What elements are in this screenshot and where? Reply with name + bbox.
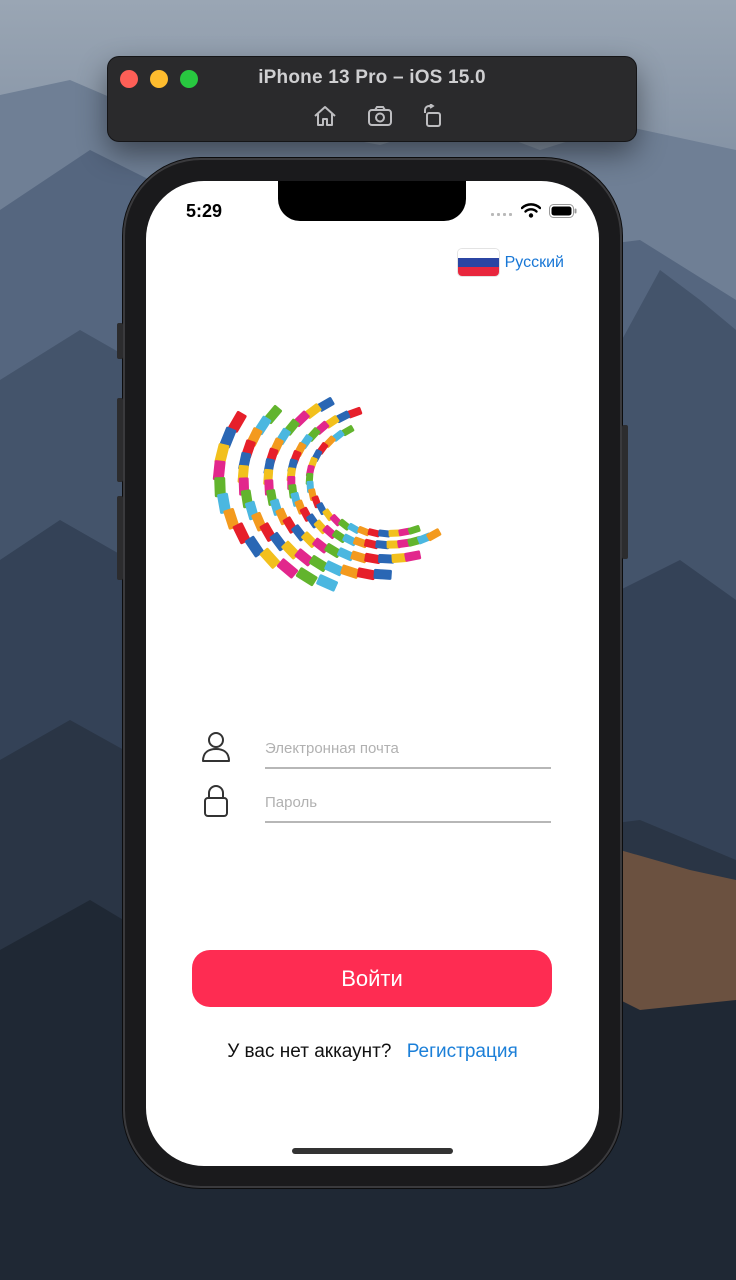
simulator-title: iPhone 13 Pro – iOS 15.0 [258, 67, 486, 88]
volume-down-button [117, 496, 123, 580]
email-row [198, 729, 553, 775]
silent-switch [117, 323, 123, 359]
no-account-text: У вас нет аккаунт? [227, 1041, 392, 1062]
app-logo [174, 343, 574, 668]
wifi-icon [521, 203, 541, 218]
signal-icon [491, 212, 512, 216]
password-field[interactable] [265, 783, 551, 823]
logo-tile [404, 550, 422, 562]
user-icon [198, 729, 234, 765]
russia-flag-icon [457, 249, 499, 276]
lock-icon [198, 783, 234, 819]
logo-tile [295, 567, 318, 587]
home-icon [314, 106, 336, 126]
rotate-button[interactable] [419, 102, 447, 130]
logo-tile [316, 574, 338, 592]
volume-up-button [117, 398, 123, 482]
signup-prompt: У вас нет аккаунт? Регистрация [146, 1041, 599, 1063]
screenshot-icon [368, 106, 392, 126]
language-switch[interactable]: Русский [457, 249, 564, 276]
password-row [198, 783, 553, 829]
logo-tile [373, 568, 392, 580]
email-field[interactable] [265, 729, 551, 769]
notch [278, 181, 466, 221]
home-indicator [292, 1148, 453, 1154]
logo-tile [324, 560, 344, 577]
battery-icon [549, 203, 577, 218]
logo-tile [407, 525, 421, 535]
status-icons [491, 203, 577, 218]
logo-tile [340, 564, 360, 579]
phone-screen: 5:29 Русский Электронная почта Войти У в… [146, 181, 599, 1166]
language-label: Русский [504, 253, 564, 271]
status-time: 5:29 [186, 201, 223, 221]
login-button[interactable]: Войти [192, 950, 552, 1007]
screenshot-button[interactable] [366, 102, 394, 130]
register-link[interactable]: Регистрация [407, 1041, 518, 1062]
rotate-icon [424, 104, 441, 127]
simulator-window: iPhone 13 Pro – iOS 15.0 [108, 57, 636, 141]
home-button[interactable] [311, 102, 339, 130]
power-button [622, 425, 628, 559]
logo-tile [356, 567, 376, 581]
